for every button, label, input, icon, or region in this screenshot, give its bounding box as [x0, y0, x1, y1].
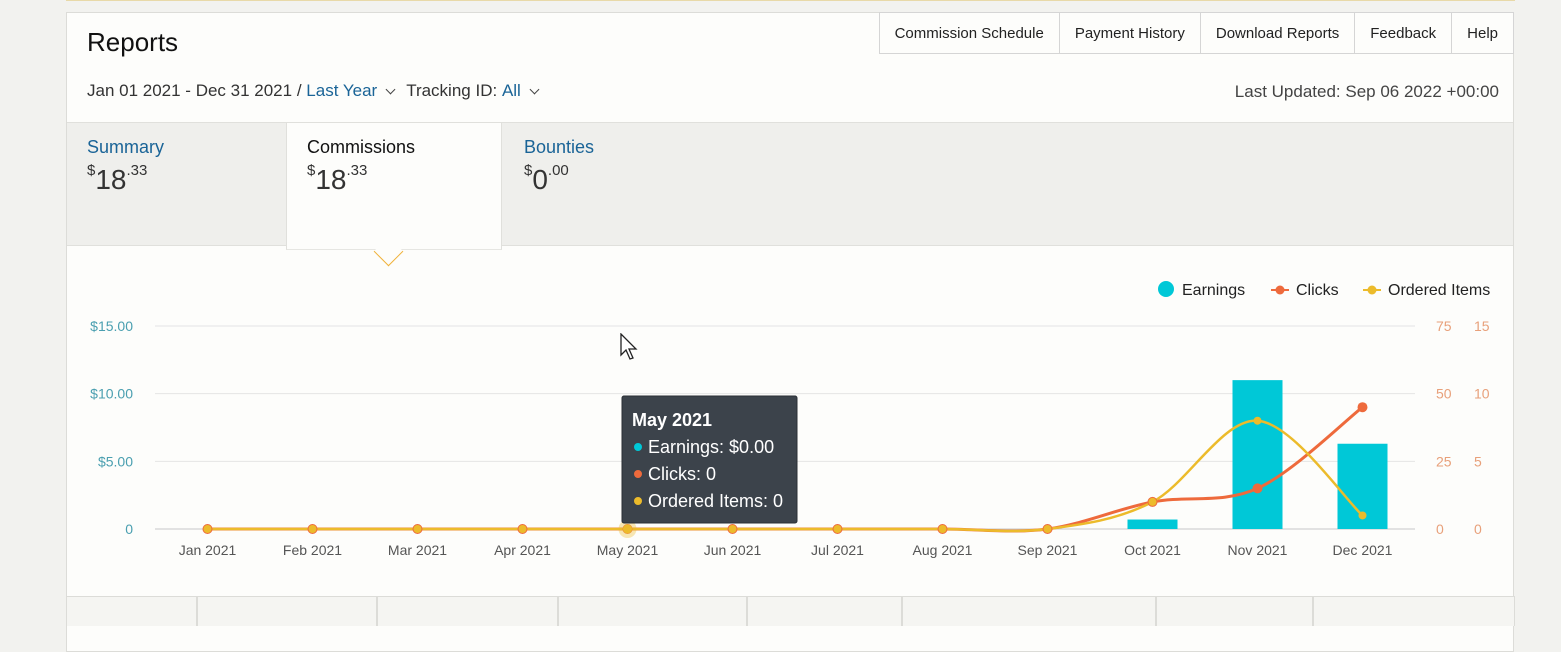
legend-earnings-label: Earnings — [1182, 282, 1245, 299]
bottom-tab[interactable] — [558, 596, 747, 626]
right-axis-tick-ordered: 15 — [1474, 318, 1490, 334]
tooltip-dot — [634, 470, 642, 478]
legend-earnings-swatch — [1158, 281, 1174, 297]
mouse-cursor-icon — [620, 333, 638, 360]
bottom-tab[interactable] — [1156, 596, 1313, 626]
earnings-chart: 0 $5.00 $10.00 $15.00 0 25 50 75 0 5 10 15 Jan 2021 F… — [90, 281, 1490, 558]
tooltip-title: May 2021 — [632, 410, 712, 430]
x-axis-tick: Jul 2021 — [811, 542, 864, 558]
x-axis-tick: Oct 2021 — [1124, 542, 1181, 558]
x-axis-tick: Sep 2021 — [1018, 542, 1078, 558]
right-axis-tick-clicks: 25 — [1436, 453, 1452, 469]
bottom-table-tabs — [66, 596, 1515, 626]
right-axis-tick-ordered: 10 — [1474, 386, 1490, 402]
ordered-items-point — [308, 525, 317, 533]
right-axis-tick-clicks: 75 — [1436, 318, 1452, 334]
x-axis-tick: Dec 2021 — [1333, 542, 1393, 558]
right-axis-tick-clicks: 0 — [1436, 521, 1444, 537]
bottom-tab[interactable] — [66, 596, 197, 626]
bottom-tab[interactable] — [902, 596, 1156, 626]
ordered-items-point — [518, 525, 527, 533]
x-axis-tick: May 2021 — [597, 542, 659, 558]
x-axis-tick: Feb 2021 — [283, 542, 342, 558]
left-axis-tick: $5.00 — [98, 453, 133, 469]
x-axis-tick: Apr 2021 — [494, 542, 551, 558]
x-axis-tick: Jun 2021 — [704, 542, 762, 558]
ordered-items-point — [413, 525, 422, 533]
right-axis-tick-ordered: 0 — [1474, 521, 1482, 537]
ordered-items-point — [1358, 511, 1367, 520]
legend-ordered-items-marker — [1367, 285, 1377, 295]
left-axis-tick: 0 — [125, 521, 133, 537]
ordered-items-point — [728, 525, 737, 533]
bottom-tab[interactable] — [197, 596, 377, 626]
x-axis-tick: Aug 2021 — [913, 542, 973, 558]
x-axis-tick: Mar 2021 — [388, 542, 447, 558]
legend-clicks-marker — [1275, 285, 1285, 295]
right-axis-tick-clicks: 50 — [1436, 386, 1452, 402]
right-axis-tick-ordered: 5 — [1474, 453, 1482, 469]
legend-ordered-items-label: Ordered Items — [1388, 282, 1490, 299]
ordered-items-point — [1148, 497, 1157, 506]
legend-clicks-label: Clicks — [1296, 282, 1339, 299]
x-axis-tick: Jan 2021 — [179, 542, 237, 558]
ordered-items-point — [1043, 525, 1052, 533]
earnings-bar — [1127, 519, 1178, 529]
ordered-items-point — [938, 525, 947, 533]
tooltip-line: Ordered Items: 0 — [648, 491, 783, 511]
earnings-bar — [1232, 380, 1283, 529]
clicks-point — [1252, 483, 1263, 494]
bottom-tab[interactable] — [747, 596, 902, 626]
left-axis-tick: $10.00 — [90, 386, 133, 402]
left-axis-tick: $15.00 — [90, 318, 133, 334]
tooltip-line: Clicks: 0 — [648, 464, 716, 484]
ordered-items-point — [203, 525, 212, 533]
x-axis-tick: Nov 2021 — [1228, 542, 1288, 558]
tooltip-line: Earnings: $0.00 — [648, 437, 774, 457]
tooltip-dot — [634, 497, 642, 505]
clicks-point — [1357, 402, 1368, 413]
ordered-items-point — [1253, 416, 1262, 425]
bottom-tab[interactable] — [1313, 596, 1515, 626]
ordered-items-point — [833, 525, 842, 533]
hover-point — [623, 524, 632, 534]
bottom-tab[interactable] — [377, 596, 558, 626]
tooltip-dot — [634, 443, 642, 451]
